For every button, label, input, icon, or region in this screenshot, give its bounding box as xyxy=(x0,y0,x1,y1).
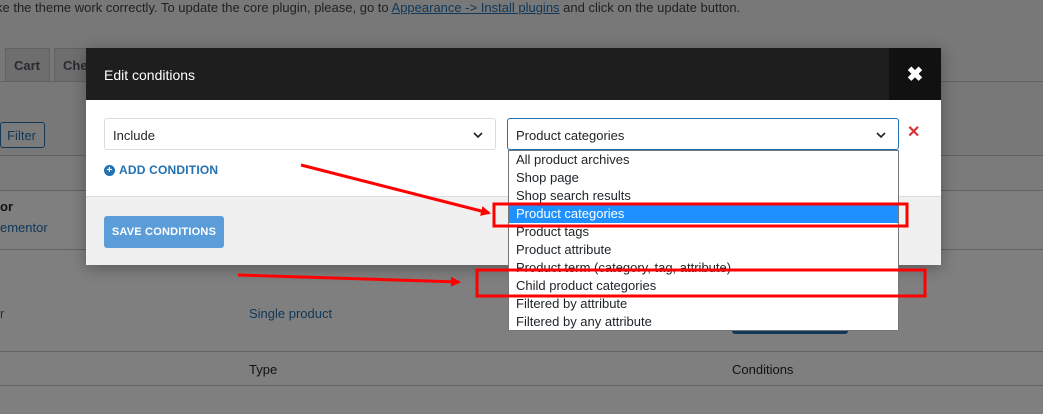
option-filtered-by-attribute[interactable]: Filtered by attribute xyxy=(509,295,898,313)
plus-circle-icon: + xyxy=(104,164,115,176)
option-product-categories[interactable]: Product categories xyxy=(509,205,898,223)
close-icon[interactable]: ✖ xyxy=(889,48,941,100)
option-product-tags[interactable]: Product tags xyxy=(509,223,898,241)
condition-select-value: Product categories xyxy=(516,128,625,143)
save-conditions-button[interactable]: SAVE CONDITIONS xyxy=(104,216,224,248)
option-filtered-by-any-attribute[interactable]: Filtered by any attribute xyxy=(509,313,898,331)
option-product-term[interactable]: Product term (category, tag, attribute) xyxy=(509,259,898,277)
condition-dropdown-list: All product archives Shop page Shop sear… xyxy=(508,150,899,331)
option-product-attribute[interactable]: Product attribute xyxy=(509,241,898,259)
include-select[interactable]: Include xyxy=(104,118,496,150)
option-child-product-categories[interactable]: Child product categories xyxy=(509,277,898,295)
remove-condition-icon[interactable]: ✕ xyxy=(907,125,920,141)
option-shop-search-results[interactable]: Shop search results xyxy=(509,187,898,205)
modal-title: Edit conditions xyxy=(104,67,196,83)
modal-header: Edit conditions ✖ xyxy=(86,48,941,100)
chevron-down-icon xyxy=(473,132,483,139)
chevron-down-icon xyxy=(876,132,886,139)
condition-select[interactable]: Product categories xyxy=(507,118,899,150)
option-shop-page[interactable]: Shop page xyxy=(509,169,898,187)
option-all-product-archives[interactable]: All product archives xyxy=(509,151,898,169)
include-select-value: Include xyxy=(113,128,155,143)
add-condition-button[interactable]: + ADD CONDITION xyxy=(104,163,218,177)
add-condition-label: ADD CONDITION xyxy=(119,163,219,177)
